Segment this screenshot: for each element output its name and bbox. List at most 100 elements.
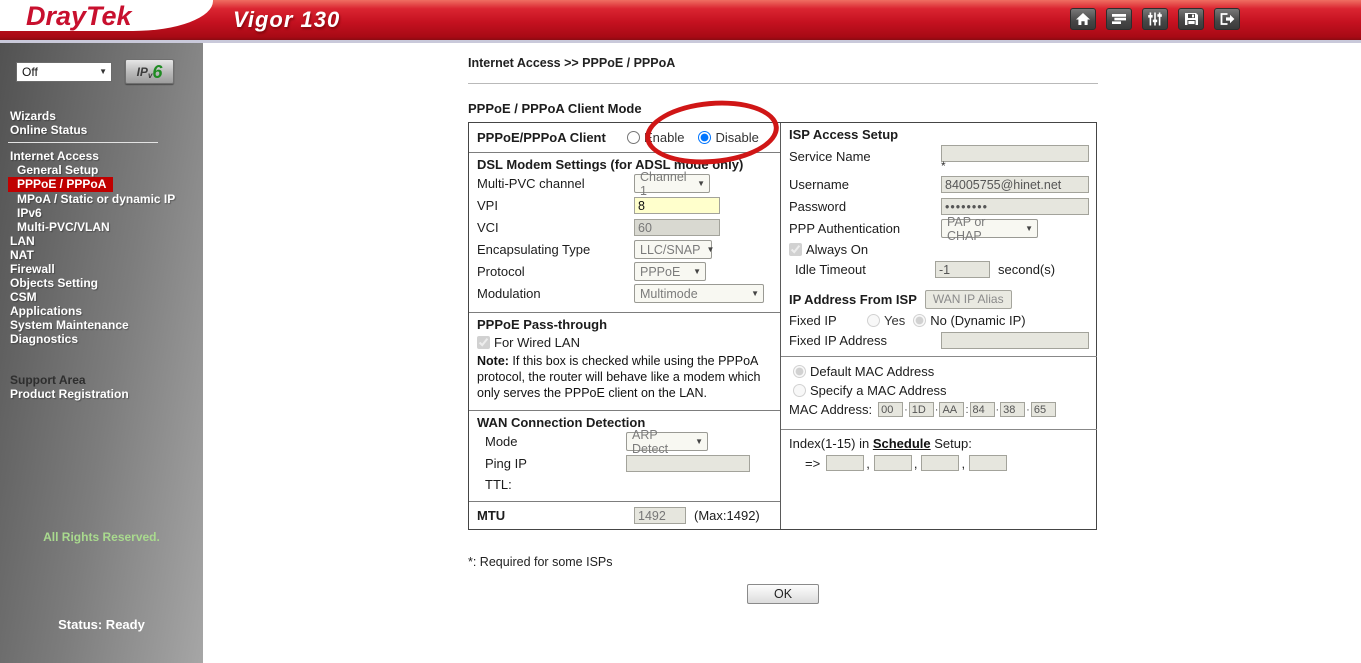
ttl-label: TTL: xyxy=(477,477,626,492)
home-icon[interactable] xyxy=(1070,8,1096,30)
specify-mac-label: Specify a MAC Address xyxy=(810,383,947,398)
schedule-line: Index(1-15) in Schedule Setup: xyxy=(789,436,1089,451)
sidebar-item-online-status[interactable]: Online Status xyxy=(0,123,203,137)
passthrough-title: PPPoE Pass-through xyxy=(477,317,772,332)
required-note: *: Required for some ISPs xyxy=(468,555,1098,569)
sidebar-item-wizards[interactable]: Wizards xyxy=(0,109,203,123)
ok-button[interactable]: OK xyxy=(747,584,819,604)
sidebar-item-mpoa[interactable]: MPoA / Static or dynamic IP xyxy=(0,192,203,206)
ok-button-row: OK xyxy=(468,584,1098,604)
multi-pvc-label: Multi-PVC channel xyxy=(477,176,634,191)
sidebar-item-ipv6[interactable]: IPv6 xyxy=(0,206,203,220)
header-toolbar xyxy=(1070,8,1240,30)
fixed-ip-yes-radio xyxy=(867,314,880,327)
save-icon[interactable] xyxy=(1178,8,1204,30)
schedule-index-input-1 xyxy=(826,455,864,471)
passthrough-note: Note: If this box is checked while using… xyxy=(477,353,772,401)
ipv6-button[interactable]: IP v 6 xyxy=(125,59,174,84)
disable-label: Disable xyxy=(715,130,758,145)
chevron-down-icon: ▼ xyxy=(693,267,701,276)
isp-section-title: ISP Access Setup xyxy=(789,127,1089,142)
sidebar-item-pppoe-pppoa[interactable]: PPPoE / PPPoA xyxy=(8,177,113,192)
ip-from-isp-title: IP Address From ISP xyxy=(789,292,917,307)
schedule-inputs-row: => , , , xyxy=(789,455,1089,471)
wan-detection-title: WAN Connection Detection xyxy=(477,415,772,430)
ipv6-button-label-ip: IP xyxy=(137,65,148,79)
default-mac-label: Default MAC Address xyxy=(810,364,934,379)
mac-separator: · xyxy=(935,404,939,416)
ipv6-button-label-6: 6 xyxy=(152,63,162,81)
default-mac-radio xyxy=(793,365,806,378)
dsl-modem-section: DSL Modem Settings (for ADSL mode only) … xyxy=(469,153,780,313)
chevron-down-icon: ▼ xyxy=(695,437,703,446)
rights-reserved-text: All Rights Reserved. xyxy=(0,530,203,544)
modulation-select: Multimode ▼ xyxy=(634,284,764,303)
fixed-ip-label: Fixed IP xyxy=(789,313,867,328)
mtu-section: MTU (Max:1492) xyxy=(469,502,780,529)
sidebar-item-diagnostics[interactable]: Diagnostics xyxy=(0,332,203,346)
sidebar-item-system-maintenance[interactable]: System Maintenance xyxy=(0,318,203,332)
sidebar-item-applications[interactable]: Applications xyxy=(0,304,203,318)
ping-ip-input xyxy=(626,455,750,472)
disable-radio[interactable] xyxy=(698,131,711,144)
sidebar-item-support-area[interactable]: Support Area xyxy=(0,373,203,387)
schedule-link[interactable]: Schedule xyxy=(873,436,931,451)
sidebar-item-lan[interactable]: LAN xyxy=(0,234,203,248)
always-on-checkbox xyxy=(789,243,802,256)
sidebar: Off ▼ IP v 6 Wizards Online Status Inter… xyxy=(0,43,203,663)
ping-ip-label: Ping IP xyxy=(477,456,626,471)
mac-input-2 xyxy=(909,402,934,417)
wan-detection-section: WAN Connection Detection Mode ARP Detect… xyxy=(469,411,780,502)
sidebar-item-internet-access[interactable]: Internet Access xyxy=(0,149,203,163)
mac-input-4 xyxy=(970,402,995,417)
sidebar-item-csm[interactable]: CSM xyxy=(0,290,203,304)
enable-radio[interactable] xyxy=(627,131,640,144)
fixed-ip-no-label: No (Dynamic IP) xyxy=(930,313,1025,328)
mtu-label: MTU xyxy=(477,508,634,523)
menu-divider xyxy=(8,142,158,143)
encapsulating-type-select: LLC/SNAP ▼ xyxy=(634,240,712,259)
schedule-section: Index(1-15) in Schedule Setup: => , , , xyxy=(781,430,1097,529)
vci-label: VCI xyxy=(477,220,634,235)
sidebar-item-nat[interactable]: NAT xyxy=(0,248,203,262)
protocol-select: PPPoE ▼ xyxy=(634,262,706,281)
protocol-label: Protocol xyxy=(477,264,634,279)
sidebar-item-objects-setting[interactable]: Objects Setting xyxy=(0,276,203,290)
username-input xyxy=(941,176,1089,193)
ip-from-isp-section: IP Address From ISP WAN IP Alias Fixed I… xyxy=(781,285,1097,357)
mtu-max-note: (Max:1492) xyxy=(694,508,760,523)
encapsulating-type-label: Encapsulating Type xyxy=(477,242,634,257)
mode-select[interactable]: Off ▼ xyxy=(16,62,112,82)
sidebar-item-general-setup[interactable]: General Setup xyxy=(0,163,203,177)
multi-pvc-select: Channel 1 ▼ xyxy=(634,174,710,193)
for-wired-lan-label: For Wired LAN xyxy=(494,335,580,350)
protocol-value: PPPoE xyxy=(640,265,680,279)
chevron-down-icon: ▼ xyxy=(706,245,714,254)
sliders-icon[interactable] xyxy=(1142,8,1168,30)
modulation-label: Modulation xyxy=(477,286,634,301)
mac-separator: · xyxy=(996,404,1000,416)
fixed-ip-address-label: Fixed IP Address xyxy=(789,333,941,348)
logout-icon[interactable] xyxy=(1214,8,1240,30)
app-header: DrayTek Vigor 130 xyxy=(0,0,1361,40)
chevron-down-icon: ▼ xyxy=(99,67,107,76)
sidebar-menu: Wizards Online Status Internet Access Ge… xyxy=(0,109,203,401)
list-icon[interactable] xyxy=(1106,8,1132,30)
vpi-label: VPI xyxy=(477,198,634,213)
encapsulating-type-value: LLC/SNAP xyxy=(640,243,700,257)
wan-mode-select: ARP Detect ▼ xyxy=(626,432,708,451)
main-content: Internet Access >> PPPoE / PPPoA PPPoE /… xyxy=(468,56,1098,604)
idle-timeout-unit: second(s) xyxy=(998,262,1055,277)
breadcrumb: Internet Access >> PPPoE / PPPoA xyxy=(468,56,1098,70)
mac-separator: · xyxy=(904,404,908,416)
comma-separator: , xyxy=(914,456,918,471)
note-text: If this box is checked while using the P… xyxy=(477,354,760,400)
chevron-down-icon: ▼ xyxy=(751,289,759,298)
schedule-suffix: Setup: xyxy=(931,436,972,451)
fixed-ip-no-radio xyxy=(913,314,926,327)
brand-logo-plate: DrayTek xyxy=(0,0,213,31)
sidebar-item-product-registration[interactable]: Product Registration xyxy=(0,387,203,401)
sidebar-item-firewall[interactable]: Firewall xyxy=(0,262,203,276)
pppoe-passthrough-section: PPPoE Pass-through For Wired LAN Note: I… xyxy=(469,313,780,411)
sidebar-item-multi-pvc-vlan[interactable]: Multi-PVC/VLAN xyxy=(0,220,203,234)
